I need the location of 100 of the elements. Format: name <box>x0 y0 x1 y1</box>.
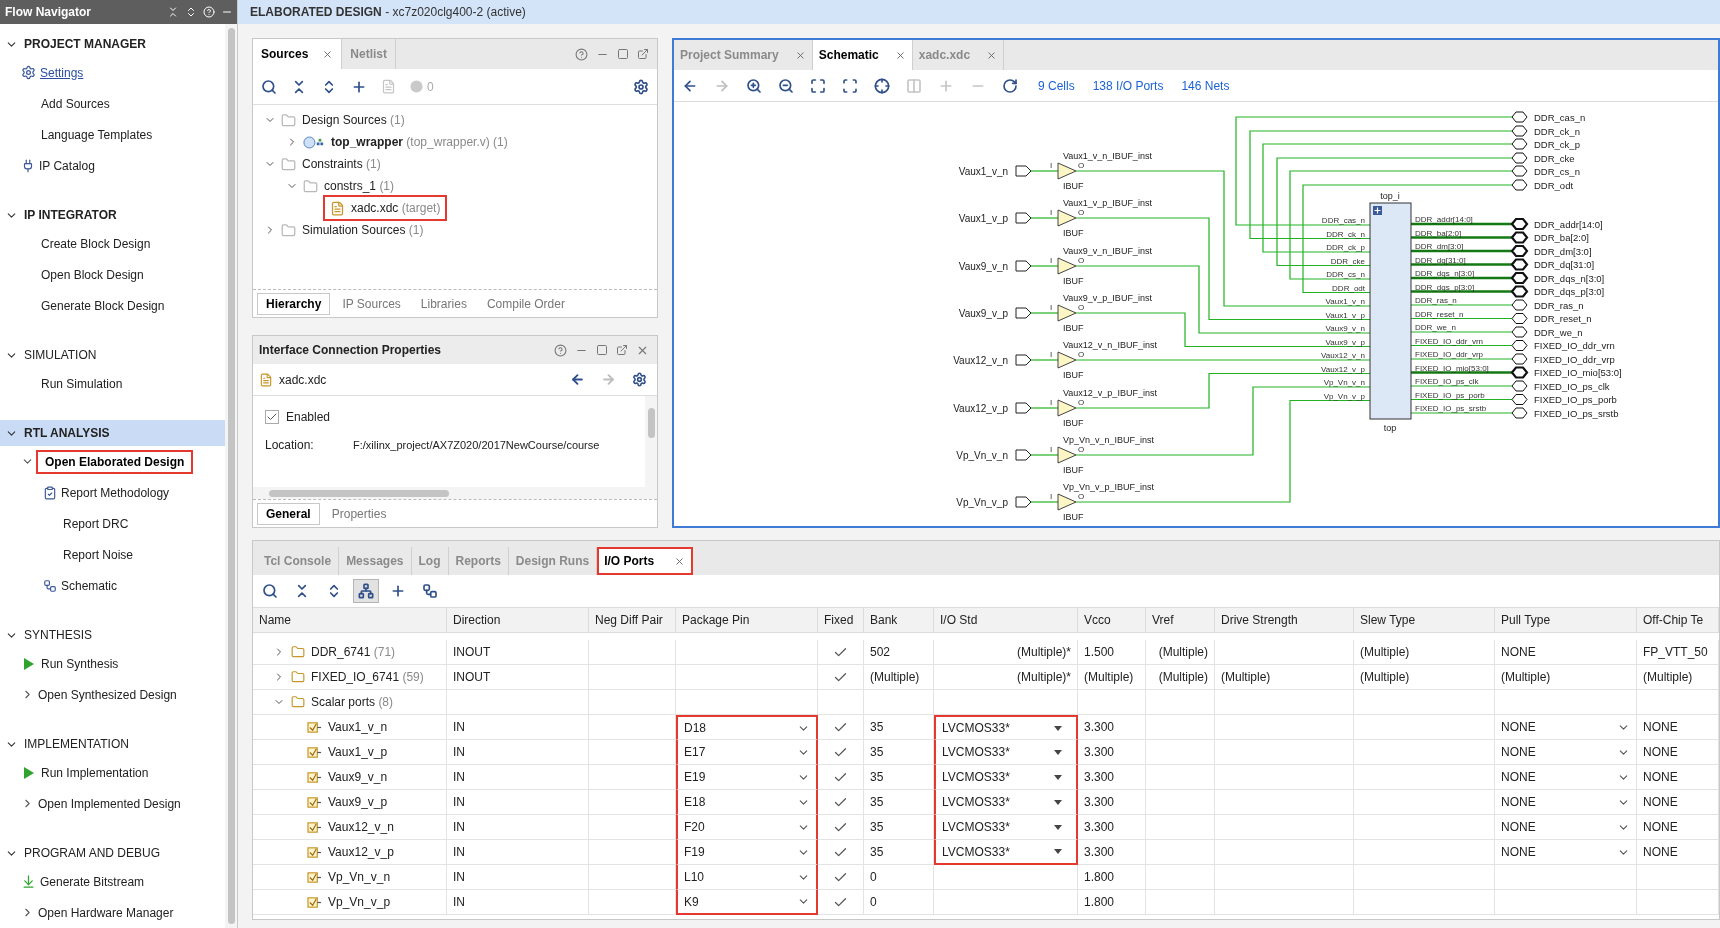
dropdown-field[interactable]: E17 <box>676 740 818 765</box>
dropdown-field[interactable]: LVCMOS33* <box>934 790 1078 815</box>
flow-item[interactable]: Open Hardware Manager <box>0 897 225 928</box>
dropdown-field[interactable]: LVCMOS33* <box>934 740 1078 765</box>
tab[interactable]: Sources <box>253 39 343 69</box>
column-header[interactable]: Pull Type <box>1495 608 1637 632</box>
flow-item[interactable]: Open Synthesized Design <box>0 679 225 710</box>
tree-item[interactable]: Constraints (1) <box>253 153 657 175</box>
dropdown-field[interactable]: NONE <box>1495 815 1637 840</box>
link[interactable]: 138 I/O Ports <box>1092 76 1164 95</box>
flow-item[interactable]: Open Elaborated Design <box>0 446 225 477</box>
column-header[interactable]: Vref <box>1146 608 1215 632</box>
dropdown-field[interactable]: E18 <box>676 790 818 815</box>
link[interactable]: 146 Nets <box>1181 76 1230 95</box>
flow-item[interactable]: Generate Bitstream <box>0 866 225 897</box>
dropdown-field[interactable]: NONE <box>1495 715 1637 740</box>
section-header[interactable]: IP INTEGRATOR <box>0 202 225 228</box>
flow-item[interactable]: Schematic <box>0 570 225 601</box>
expand-icon[interactable] <box>1373 206 1382 215</box>
dropdown-field[interactable]: LVCMOS33* <box>934 715 1078 740</box>
flow-item[interactable]: Settings <box>0 57 225 88</box>
schematic-icon[interactable] <box>43 578 57 593</box>
column-header[interactable]: Name <box>253 608 447 632</box>
dropdown-field[interactable]: D18 <box>676 715 818 740</box>
column-header[interactable]: Vcco <box>1078 608 1146 632</box>
expand-all-icon[interactable] <box>185 6 197 18</box>
column-header[interactable]: I/O Std <box>934 608 1078 632</box>
float-icon[interactable] <box>616 344 628 356</box>
dropdown-field[interactable]: F19 <box>676 840 818 865</box>
tab[interactable]: Libraries <box>412 292 475 315</box>
zoom-in-icon[interactable] <box>746 77 762 94</box>
flow-item[interactable]: Generate Block Design <box>0 290 225 321</box>
select-area-icon[interactable] <box>842 77 858 94</box>
dropdown-field[interactable]: F20 <box>676 815 818 840</box>
scrollbar-thumb[interactable] <box>647 408 655 438</box>
dropdown-field[interactable]: LVCMOS33* <box>934 840 1078 865</box>
column-header[interactable]: Package Pin <box>676 608 818 632</box>
plug-icon[interactable] <box>21 158 35 173</box>
run-icon[interactable] <box>23 765 35 780</box>
clipboard-icon[interactable] <box>43 485 57 500</box>
dropdown-field[interactable]: K9 <box>676 890 818 915</box>
download-icon[interactable] <box>21 874 36 889</box>
tree-item[interactable]: Design Sources (1) <box>253 109 657 131</box>
tree-item[interactable]: constrs_1 (1) <box>253 175 657 197</box>
tab[interactable]: Schematic <box>812 40 913 70</box>
tab[interactable]: Hierarchy <box>257 292 331 315</box>
flow-item[interactable]: Language Templates <box>0 119 225 150</box>
dropdown-field[interactable]: NONE <box>1495 790 1637 815</box>
tree-item[interactable]: xadc.xdc (target) <box>253 197 657 219</box>
dropdown-field[interactable]: L10 <box>676 865 818 890</box>
flow-item[interactable]: Create Block Design <box>0 228 225 259</box>
maximize-icon[interactable] <box>596 344 608 356</box>
settings-icon[interactable] <box>21 65 36 80</box>
tab[interactable]: Compile Order <box>478 292 573 315</box>
flow-item[interactable]: Report Noise <box>0 539 225 570</box>
section-header[interactable]: PROJECT MANAGER <box>0 31 225 57</box>
tab[interactable]: IP Sources <box>334 292 409 315</box>
tab[interactable]: General <box>257 502 320 525</box>
fit-view-icon[interactable] <box>810 77 826 94</box>
close-icon[interactable] <box>986 49 998 61</box>
search-icon[interactable] <box>261 78 277 95</box>
close-icon[interactable] <box>322 48 334 60</box>
section-header[interactable]: SYNTHESIS <box>0 622 225 648</box>
flow-item[interactable]: Run Synthesis <box>0 648 225 679</box>
column-header[interactable]: Drive Strength <box>1215 608 1354 632</box>
flow-item[interactable]: Open Implemented Design <box>0 788 225 819</box>
flow-item[interactable]: Run Simulation <box>0 368 225 399</box>
column-header[interactable]: Fixed <box>818 608 864 632</box>
column-header[interactable]: Bank <box>864 608 934 632</box>
column-header[interactable]: Slew Type <box>1354 608 1495 632</box>
zoom-out-icon[interactable] <box>778 77 794 94</box>
flow-item[interactable]: Report DRC <box>0 508 225 539</box>
settings-icon[interactable] <box>632 372 647 387</box>
dropdown-field[interactable]: NONE <box>1495 765 1637 790</box>
hierarchy-button[interactable] <box>353 579 379 603</box>
flow-item[interactable]: Open Block Design <box>0 259 225 290</box>
column-header[interactable]: Neg Diff Pair <box>589 608 676 632</box>
close-icon[interactable] <box>894 49 906 61</box>
flow-item[interactable]: Run Implementation <box>0 757 225 788</box>
dropdown-field[interactable]: NONE <box>1495 740 1637 765</box>
dropdown-field[interactable]: LVCMOS33* <box>934 815 1078 840</box>
float-icon[interactable] <box>637 48 649 60</box>
checkbox[interactable] <box>265 410 279 424</box>
maximize-icon[interactable] <box>617 48 629 60</box>
section-header[interactable]: IMPLEMENTATION <box>0 731 225 757</box>
run-icon[interactable] <box>23 656 35 671</box>
tab[interactable]: Properties <box>323 502 395 525</box>
close-icon[interactable] <box>674 555 686 567</box>
column-header[interactable]: Off-Chip Te <box>1637 608 1719 632</box>
column-header[interactable]: Direction <box>447 608 589 632</box>
scrollbar-thumb[interactable] <box>227 28 235 924</box>
crosshair-icon[interactable] <box>874 77 890 94</box>
dropdown-field[interactable]: E19 <box>676 765 818 790</box>
section-header[interactable]: SIMULATION <box>0 342 225 368</box>
settings-icon[interactable] <box>633 78 649 95</box>
tree-item[interactable]: Simulation Sources (1) <box>253 219 657 241</box>
link[interactable]: 9 Cells <box>1038 76 1075 95</box>
refresh-icon[interactable] <box>1002 77 1018 94</box>
dropdown-field[interactable]: NONE <box>1495 840 1637 865</box>
section-header[interactable]: RTL ANALYSIS <box>0 420 225 446</box>
